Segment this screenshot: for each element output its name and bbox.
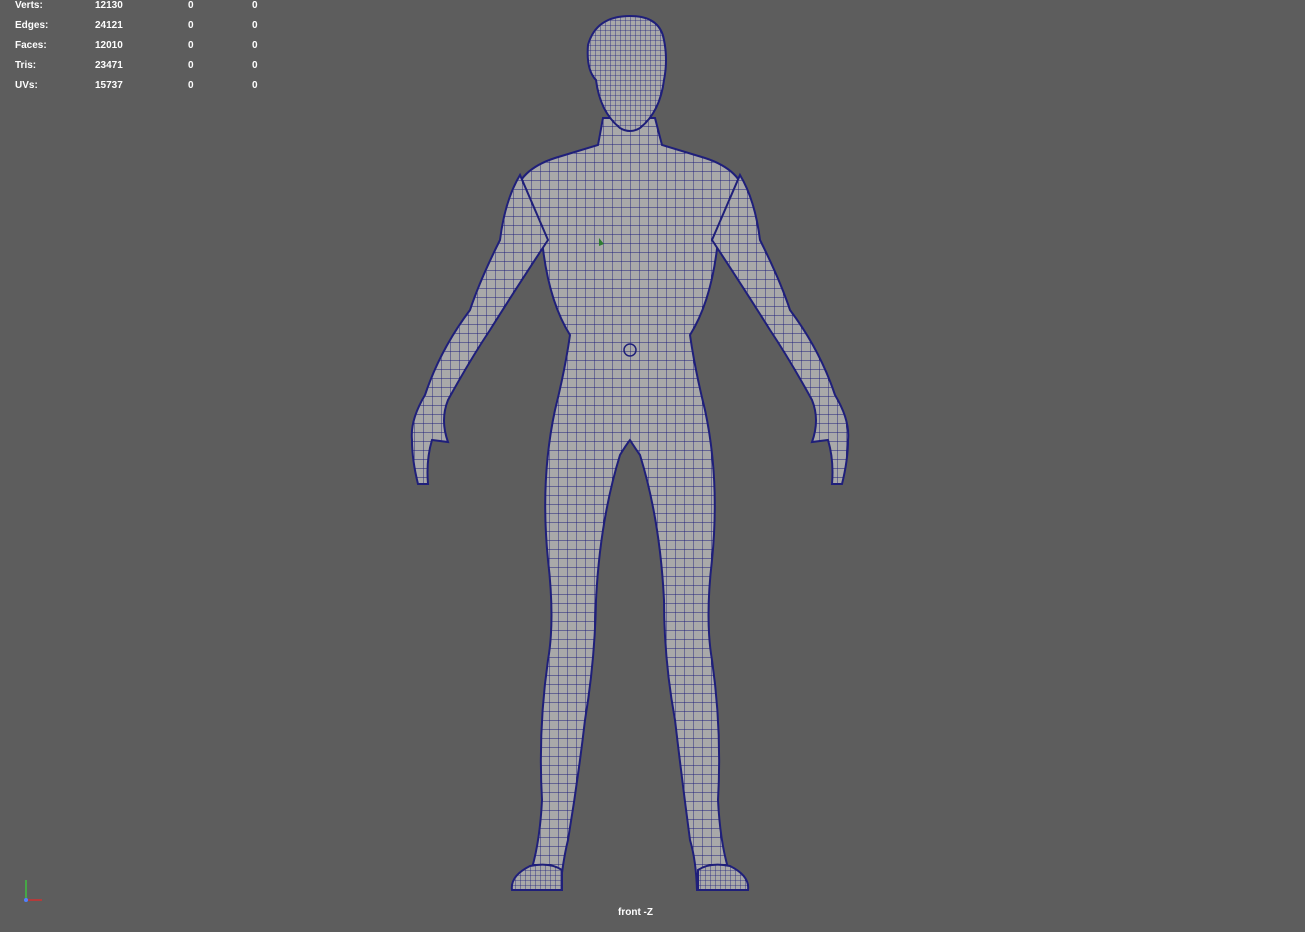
right-arm (710, 172, 850, 485)
hud-value: 23471 (95, 60, 123, 71)
head (586, 14, 667, 132)
hud-value: 0 (252, 80, 258, 91)
torso-and-legs (511, 117, 748, 891)
hud-value: 0 (252, 20, 258, 31)
axis-gizmo-icon (24, 880, 42, 902)
hud-value: 12010 (95, 40, 123, 51)
3d-viewport[interactable] (0, 0, 1305, 927)
hud-value: 0 (252, 60, 258, 71)
human-mesh-model[interactable] (0, 0, 1305, 927)
camera-name-label: front -Z (618, 907, 653, 918)
hud-value: 12130 (95, 0, 123, 11)
hud-label: Tris: (15, 60, 37, 71)
hud-value: 0 (252, 0, 258, 11)
left-foot (510, 863, 563, 891)
right-foot (697, 863, 750, 891)
hud-label: Faces: (15, 40, 47, 51)
hud-value: 0 (188, 20, 194, 31)
hud-value: 0 (252, 40, 258, 51)
hud-value: 15737 (95, 80, 123, 91)
hud-value: 0 (188, 60, 194, 71)
hud-value: 24121 (95, 20, 123, 31)
hud-label: Verts: (15, 0, 43, 11)
left-arm (410, 172, 550, 485)
hud-label: Edges: (15, 20, 49, 31)
hud-value: 0 (188, 40, 194, 51)
hud-value: 0 (188, 0, 194, 11)
hud-value: 0 (188, 80, 194, 91)
hud-label: UVs: (15, 80, 38, 91)
